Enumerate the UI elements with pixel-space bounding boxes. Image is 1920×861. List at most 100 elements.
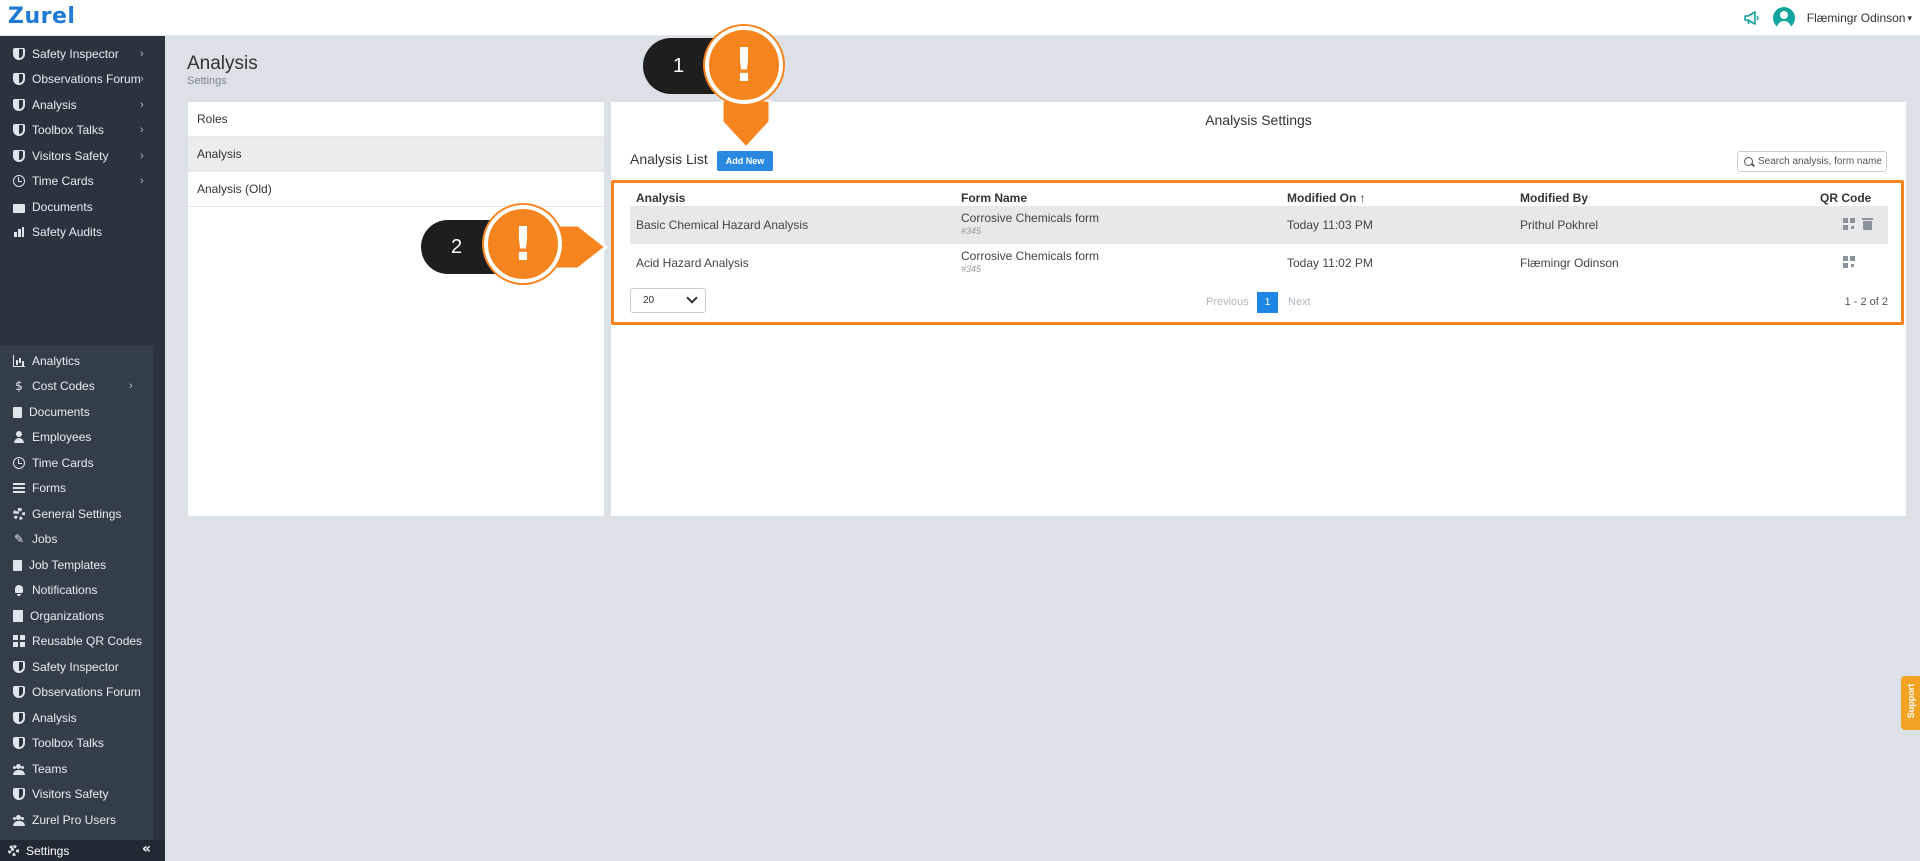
sidebar-settings-menu: Analytics $ Cost Codes › Documents Emplo… [0, 346, 153, 861]
sidebar-item-reusable-qr-codes[interactable]: Reusable QR Codes [0, 630, 153, 652]
sidebar-item-label: Toolbox Talks [32, 736, 104, 750]
sidebar-item-label: Observations Forum [32, 685, 141, 699]
clock-icon [13, 175, 25, 187]
sidebar-item-time-cards[interactable]: Time Cards › [0, 170, 153, 192]
megaphone-icon[interactable] [1743, 9, 1761, 27]
step-number: 1 [673, 54, 685, 77]
sidebar-item-visitors-safety[interactable]: Visitors Safety › [0, 145, 153, 167]
panel-title: Analysis Settings [1205, 112, 1312, 128]
collapse-sidebar-icon[interactable]: « [142, 841, 151, 857]
sort-ascending-icon: ↑ [1359, 191, 1366, 205]
add-new-button[interactable]: Add New [717, 151, 773, 171]
audit-icon [13, 226, 25, 238]
sidebar-item-teams[interactable]: Teams [0, 758, 153, 780]
top-bar: Zurel Flæmingr Odinson ▾ [0, 0, 1920, 36]
sidebar-item-zurel-pro-users[interactable]: Zurel Pro Users [0, 809, 153, 831]
user-menu[interactable]: Flæmingr Odinson [1807, 11, 1906, 25]
app-logo[interactable]: Zurel [8, 4, 75, 29]
sidebar-item-label: Cost Codes [32, 379, 95, 393]
pagination-page-1[interactable]: 1 [1257, 292, 1278, 313]
sidebar-item-label: Analytics [32, 354, 81, 368]
users-icon [13, 814, 25, 826]
chevron-down-icon [686, 292, 698, 304]
sidebar-item-observations-forum[interactable]: Observations Forum › [0, 68, 153, 90]
pagination-next[interactable]: Next [1288, 296, 1311, 308]
table-row[interactable]: Acid Hazard Analysis Corrosive Chemicals… [630, 244, 1888, 282]
exclamation-icon: ! [512, 217, 534, 271]
sidebar-item-toolbox-talks[interactable]: Toolbox Talks › [0, 119, 153, 141]
sidebar-item-documents-settings[interactable]: Documents [0, 401, 153, 423]
shield-icon [13, 737, 25, 749]
table-row[interactable]: Basic Chemical Hazard Analysis Corrosive… [630, 206, 1888, 244]
sidebar-item-notifications[interactable]: Notifications [0, 579, 153, 601]
chevron-right-icon: › [129, 380, 133, 392]
sidebar-item-visitors-safety-settings[interactable]: Visitors Safety [0, 783, 153, 805]
sidebar-item-analysis[interactable]: Analysis › [0, 94, 153, 116]
page-size-select[interactable]: 20 [630, 288, 706, 313]
settings-nav-roles[interactable]: Roles [188, 102, 604, 137]
analysis-name[interactable]: Acid Hazard Analysis [636, 256, 749, 270]
bell-icon [13, 584, 25, 596]
sidebar-item-time-cards-settings[interactable]: Time Cards [0, 452, 153, 474]
alert-callout-2: ! [484, 205, 562, 283]
form-id: #345 [961, 264, 982, 274]
sidebar-item-analysis-settings[interactable]: Analysis [0, 707, 153, 729]
column-header-form-name[interactable]: Form Name [961, 191, 1027, 205]
document-icon [13, 406, 22, 418]
sidebar-item-general-settings[interactable]: General Settings [0, 503, 153, 525]
sidebar-item-job-templates[interactable]: Job Templates [0, 554, 153, 576]
pagination-previous[interactable]: Previous [1206, 296, 1249, 308]
sidebar-item-forms[interactable]: Forms [0, 477, 153, 499]
sidebar-item-label: Safety Audits [32, 225, 103, 239]
settings-nav-analysis-old[interactable]: Analysis (Old) [188, 172, 604, 207]
page-size-value: 20 [643, 295, 655, 306]
sidebar-item-observations-forum-settings[interactable]: Observations Forum [0, 681, 153, 703]
column-header-analysis[interactable]: Analysis [636, 191, 685, 205]
search-placeholder: Search analysis, form name [1758, 156, 1882, 167]
column-header-modified-by[interactable]: Modified By [1520, 191, 1588, 205]
avatar[interactable] [1772, 7, 1795, 29]
form-name: Corrosive Chemicals form [961, 211, 1100, 225]
sidebar-item-employees[interactable]: Employees [0, 426, 153, 448]
chevron-right-icon: › [140, 175, 144, 187]
user-menu-caret[interactable]: ▾ [1907, 13, 1912, 24]
sidebar-item-label: Organizations [30, 609, 105, 623]
sidebar-item-safety-inspector[interactable]: Safety Inspector › [0, 43, 153, 65]
search-icon [1744, 157, 1753, 166]
chevron-right-icon: › [140, 124, 144, 136]
shield-icon [13, 150, 25, 162]
support-tab[interactable]: Support [1901, 676, 1920, 730]
shield-icon [13, 686, 25, 698]
column-header-modified-on[interactable]: Modified On ↑ [1287, 191, 1366, 205]
shield-icon [13, 661, 25, 673]
sidebar-item-label: Settings [26, 843, 70, 858]
sidebar-item-settings[interactable]: Settings « [0, 840, 165, 861]
qr-code-icon[interactable] [1843, 256, 1855, 268]
sidebar-scrollbar[interactable] [153, 346, 165, 861]
sidebar-item-label: Teams [32, 762, 68, 776]
sidebar-item-label: Safety Inspector [32, 47, 119, 61]
exclamation-icon: ! [733, 38, 755, 92]
top-right-controls: Flæmingr Odinson ▾ [1743, 6, 1912, 30]
sidebar: Safety Inspector › Observations Forum › … [0, 36, 165, 861]
team-icon [13, 763, 25, 775]
sidebar-item-analytics[interactable]: Analytics [0, 350, 153, 372]
search-input[interactable]: Search analysis, form name [1737, 151, 1887, 172]
column-header-label: Modified On [1287, 191, 1357, 205]
analysis-name[interactable]: Basic Chemical Hazard Analysis [636, 218, 808, 232]
sidebar-item-label: Observations Forum [32, 72, 141, 86]
sidebar-item-jobs[interactable]: ✎ Jobs [0, 528, 153, 550]
chevron-right-icon: › [140, 48, 144, 60]
qr-code-icon[interactable] [1843, 218, 1855, 230]
sidebar-item-safety-inspector-settings[interactable]: Safety Inspector [0, 656, 153, 678]
sidebar-item-safety-audits[interactable]: Safety Audits [0, 221, 153, 243]
shield-icon [13, 73, 25, 85]
trash-icon[interactable] [1862, 217, 1873, 230]
sidebar-item-toolbox-talks-settings[interactable]: Toolbox Talks [0, 732, 153, 754]
sidebar-item-organizations[interactable]: Organizations [0, 605, 153, 627]
breadcrumb[interactable]: Settings [187, 75, 227, 87]
settings-nav-analysis[interactable]: Analysis [188, 137, 604, 172]
sidebar-item-cost-codes[interactable]: $ Cost Codes › [0, 375, 153, 397]
shield-icon [13, 99, 25, 111]
sidebar-item-documents[interactable]: Documents [0, 196, 153, 218]
